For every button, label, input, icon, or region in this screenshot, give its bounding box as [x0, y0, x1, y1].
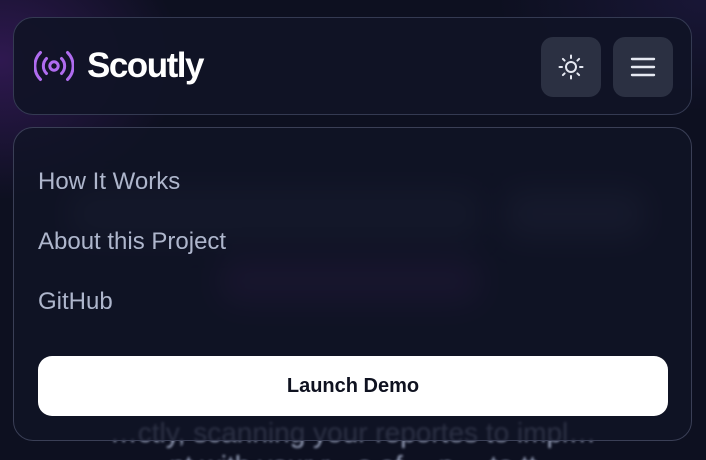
menu-toggle-button[interactable]	[613, 37, 673, 97]
top-nav-bar: Scoutly	[13, 17, 692, 115]
brand-logo-link[interactable]: Scoutly	[34, 46, 204, 86]
brand-name: Scoutly	[87, 46, 204, 85]
theme-toggle-button[interactable]	[541, 37, 601, 97]
broadcast-radio-icon	[34, 51, 74, 81]
hamburger-menu-icon	[630, 57, 656, 77]
sun-icon	[558, 54, 584, 80]
page: …ctly, scanning your reportes to impl… ……	[0, 0, 706, 460]
menu-link-about-project[interactable]: About this Project	[38, 228, 226, 256]
menu-link-how-it-works[interactable]: How It Works	[38, 168, 180, 196]
blurred-body-text: …nt with your r…s of …p… to tt…	[0, 450, 706, 460]
mobile-menu-panel: How It Works About this Project GitHub L…	[13, 127, 692, 441]
menu-link-github[interactable]: GitHub	[38, 288, 113, 316]
launch-demo-button[interactable]: Launch Demo	[38, 356, 668, 416]
